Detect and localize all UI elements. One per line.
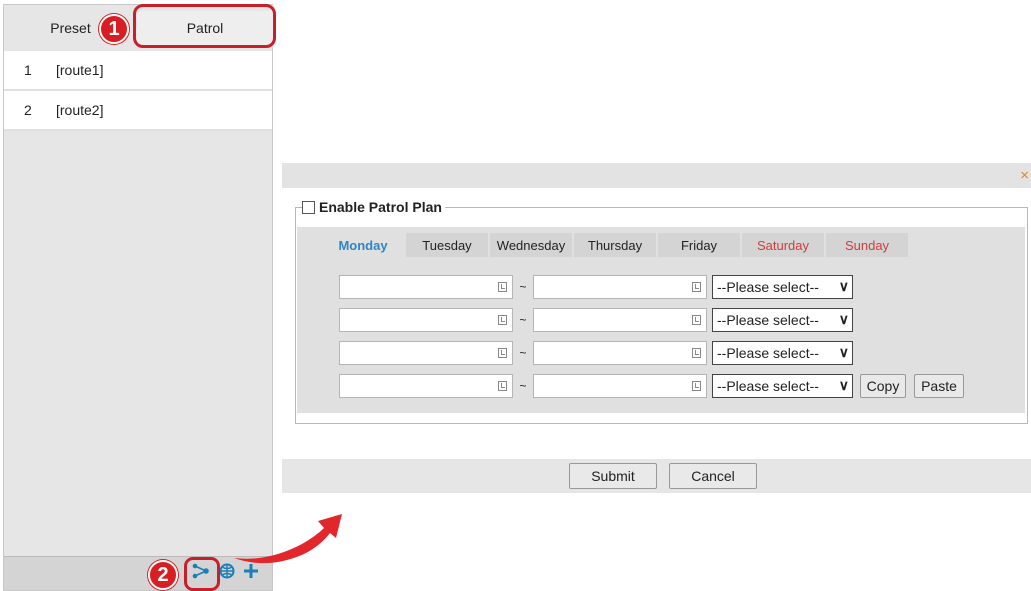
arrow-icon: [234, 514, 342, 564]
start-time-field[interactable]: [339, 341, 513, 365]
preset-select[interactable]: --Please select-- ∨: [712, 374, 853, 398]
select-value: --Please select--: [717, 279, 819, 295]
enable-patrol-plan[interactable]: Enable Patrol Plan: [302, 199, 445, 215]
calendar-icon[interactable]: [692, 282, 701, 292]
route-icon-highlight: [184, 557, 220, 591]
route-name: [route2]: [56, 102, 104, 118]
close-icon[interactable]: ×: [1020, 167, 1029, 184]
route-name: [route1]: [56, 62, 104, 78]
callout-2: 2: [148, 560, 178, 590]
route-number: 2: [24, 102, 32, 118]
route-list: 1 [route1] 2 [route2]: [4, 51, 272, 131]
preset-select[interactable]: --Please select-- ∨: [712, 308, 853, 332]
time-row: ~ --Please select-- ∨: [339, 308, 853, 332]
time-row: ~ --Please select-- ∨ Copy Paste: [339, 374, 964, 398]
range-separator: ~: [519, 379, 527, 393]
time-row: ~ --Please select-- ∨: [339, 341, 853, 365]
day-tabs: Monday Tuesday Wednesday Thursday Friday…: [322, 233, 910, 257]
callout-1: 1: [99, 14, 129, 44]
calendar-icon[interactable]: [498, 315, 507, 325]
calendar-icon[interactable]: [692, 315, 701, 325]
preset-select[interactable]: --Please select-- ∨: [712, 341, 853, 365]
tab-wednesday[interactable]: Wednesday: [490, 233, 572, 257]
start-time-field[interactable]: [339, 275, 513, 299]
chevron-down-icon: ∨: [838, 311, 849, 327]
range-separator: ~: [519, 346, 527, 360]
end-time-field[interactable]: [533, 341, 707, 365]
calendar-icon[interactable]: [692, 348, 701, 358]
time-row: ~ --Please select-- ∨: [339, 275, 853, 299]
calendar-icon[interactable]: [498, 348, 507, 358]
chevron-down-icon: ∨: [838, 278, 849, 294]
range-separator: ~: [519, 280, 527, 294]
chevron-down-icon: ∨: [838, 344, 849, 360]
tab-monday[interactable]: Monday: [322, 233, 404, 257]
end-time-field[interactable]: [533, 374, 707, 398]
dialog-header: ×: [282, 163, 1031, 188]
plus-icon[interactable]: [242, 563, 260, 584]
enable-label: Enable Patrol Plan: [319, 199, 442, 215]
tab-sunday[interactable]: Sunday: [826, 233, 908, 257]
select-value: --Please select--: [717, 345, 819, 361]
patrol-plan-dialog: × Enable Patrol Plan Monday Tuesday Wedn…: [282, 163, 1031, 493]
list-item[interactable]: 1 [route1]: [4, 51, 272, 91]
enable-checkbox[interactable]: [302, 200, 315, 214]
tab-friday[interactable]: Friday: [658, 233, 740, 257]
tab-saturday[interactable]: Saturday: [742, 233, 824, 257]
patrol-tab-highlight: [133, 4, 276, 48]
list-item[interactable]: 2 [route2]: [4, 91, 272, 131]
select-value: --Please select--: [717, 378, 819, 394]
submit-button[interactable]: Submit: [569, 463, 657, 489]
route-number: 1: [24, 62, 32, 78]
paste-button[interactable]: Paste: [914, 374, 964, 398]
end-time-field[interactable]: [533, 308, 707, 332]
start-time-field[interactable]: [339, 374, 513, 398]
start-time-field[interactable]: [339, 308, 513, 332]
calendar-icon[interactable]: [692, 381, 701, 391]
calendar-icon[interactable]: [498, 381, 507, 391]
select-value: --Please select--: [717, 312, 819, 328]
tab-tuesday[interactable]: Tuesday: [406, 233, 488, 257]
end-time-field[interactable]: [533, 275, 707, 299]
calendar-icon[interactable]: [498, 282, 507, 292]
range-separator: ~: [519, 313, 527, 327]
tab-thursday[interactable]: Thursday: [574, 233, 656, 257]
patrol-panel: Preset Patrol 1 [route1] 2 [route2]: [3, 4, 274, 591]
cancel-button[interactable]: Cancel: [669, 463, 757, 489]
copy-button[interactable]: Copy: [860, 374, 906, 398]
chevron-down-icon: ∨: [838, 377, 849, 393]
preset-select[interactable]: --Please select-- ∨: [712, 275, 853, 299]
globe-icon[interactable]: [218, 563, 236, 584]
